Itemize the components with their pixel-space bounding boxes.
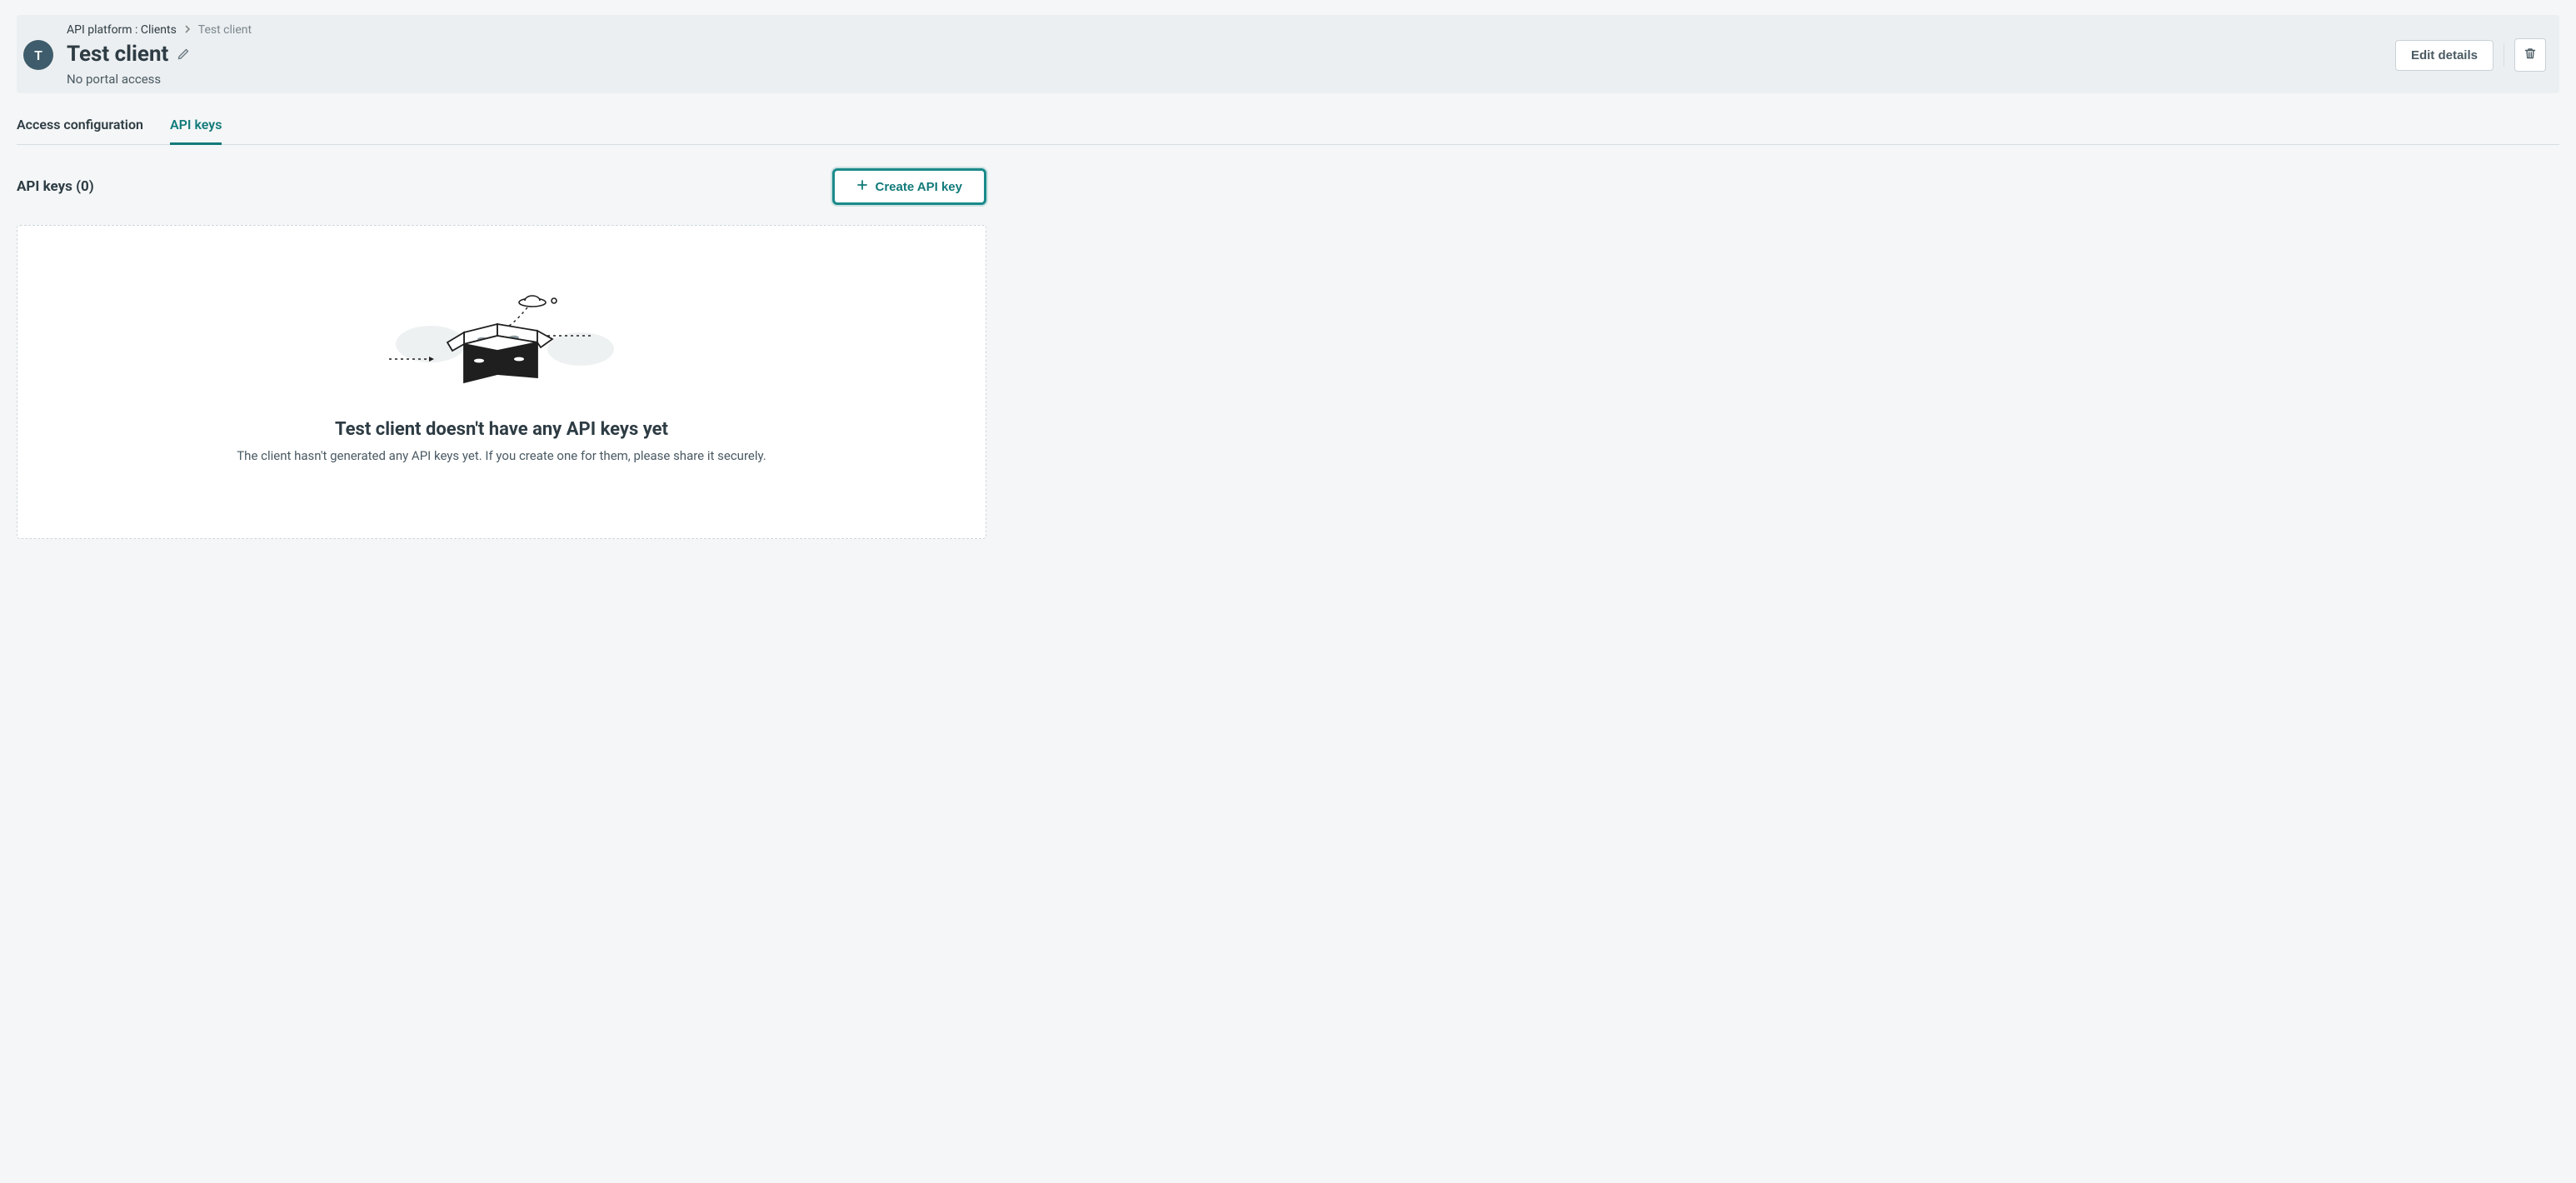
- breadcrumb: API platform : Clients Test client: [67, 22, 2382, 37]
- empty-state-title: Test client doesn't have any API keys ye…: [51, 419, 952, 440]
- delete-button[interactable]: [2514, 38, 2546, 72]
- breadcrumb-parent[interactable]: API platform : Clients: [67, 23, 177, 37]
- pencil-icon[interactable]: [177, 47, 190, 61]
- chevron-right-icon: [183, 23, 192, 37]
- edit-details-button[interactable]: Edit details: [2395, 40, 2494, 71]
- avatar-letter: T: [34, 47, 42, 63]
- page-subtitle: No portal access: [67, 72, 2382, 87]
- open-box-icon: [447, 324, 552, 382]
- breadcrumb-current: Test client: [198, 23, 252, 37]
- empty-state-card: Test client doesn't have any API keys ye…: [17, 225, 986, 539]
- header-actions: Edit details: [2395, 38, 2546, 72]
- trash-icon: [2524, 47, 2537, 63]
- plus-icon: [856, 179, 868, 194]
- page-header: T API platform : Clients Test client Tes…: [17, 15, 2559, 93]
- create-api-key-button[interactable]: Create API key: [832, 168, 986, 205]
- tab-api-keys[interactable]: API keys: [170, 117, 222, 145]
- empty-box-illustration: [51, 284, 952, 392]
- create-api-key-label: Create API key: [875, 180, 962, 194]
- section-header: API keys (0) Create API key: [17, 168, 986, 205]
- ufo-icon: [519, 296, 546, 307]
- tabs: Access configuration API keys: [17, 117, 2559, 145]
- title-row: Test client: [67, 42, 2382, 67]
- header-center: API platform : Clients Test client Test …: [67, 22, 2382, 87]
- empty-state-description: The client hasn't generated any API keys…: [51, 448, 952, 463]
- tab-access-configuration[interactable]: Access configuration: [17, 117, 143, 145]
- page-title: Test client: [67, 42, 168, 67]
- section-title: API keys (0): [17, 178, 94, 195]
- avatar: T: [23, 40, 53, 70]
